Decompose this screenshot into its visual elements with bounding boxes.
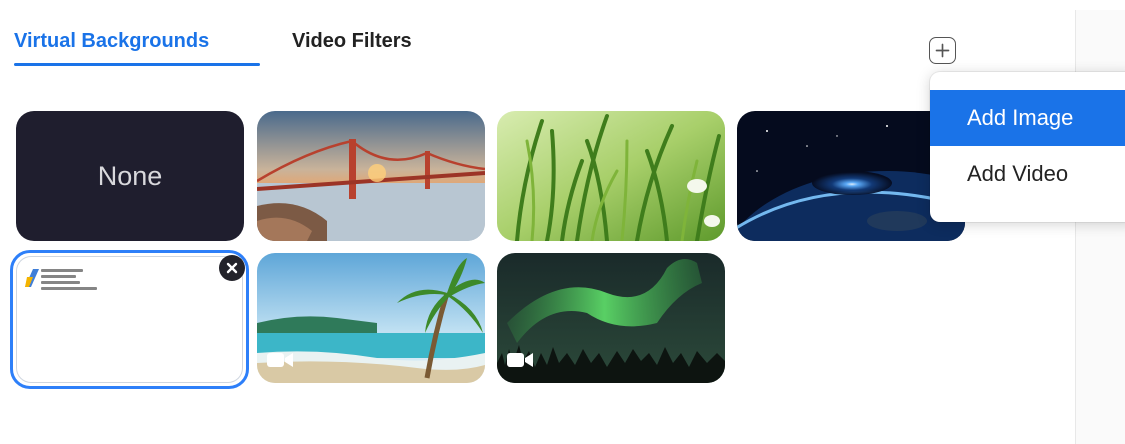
- add-background-menu: Add Image Add Video: [930, 72, 1125, 222]
- delete-background-button[interactable]: [219, 255, 245, 281]
- menu-item-add-image[interactable]: Add Image: [930, 90, 1125, 146]
- tab-virtual-backgrounds[interactable]: Virtual Backgrounds: [14, 30, 209, 53]
- golden-gate-thumbnail: [257, 111, 485, 241]
- video-camera-icon: [507, 351, 533, 369]
- background-tile-custom[interactable]: [10, 250, 249, 389]
- menu-item-add-video[interactable]: Add Video: [930, 146, 1125, 202]
- document-text-lines: [41, 269, 111, 293]
- tab-video-filters[interactable]: Video Filters: [292, 30, 412, 53]
- video-camera-icon: [267, 351, 293, 369]
- background-tile-beach[interactable]: [257, 253, 485, 383]
- background-tile-golden-gate[interactable]: [257, 111, 485, 241]
- none-label: None: [97, 160, 163, 191]
- background-tile-none[interactable]: None: [16, 111, 244, 241]
- background-tile-aurora[interactable]: [497, 253, 725, 383]
- background-tile-grass[interactable]: [497, 111, 725, 241]
- custom-thumbnail: [17, 257, 242, 382]
- active-tab-indicator: [14, 63, 260, 66]
- document-logo-icon: [25, 269, 39, 287]
- grass-thumbnail: [497, 111, 725, 241]
- add-background-button[interactable]: [929, 37, 956, 64]
- plus-icon: [935, 43, 950, 58]
- close-icon: [226, 262, 238, 274]
